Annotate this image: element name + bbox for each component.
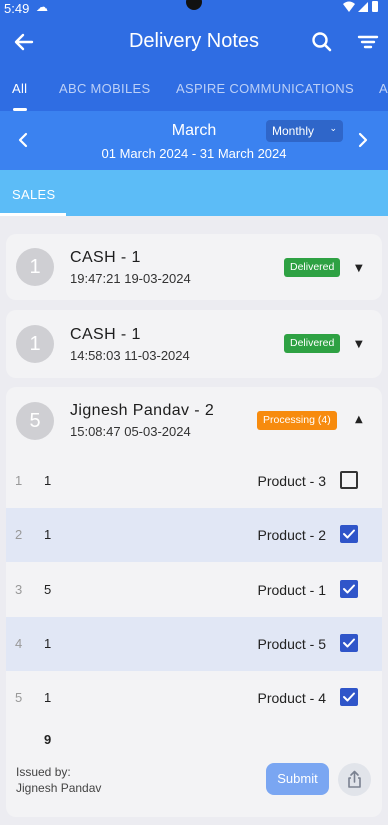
total-quantity: 9	[44, 732, 52, 747]
expand-caret-icon[interactable]: ▼	[355, 339, 363, 350]
search-icon[interactable]	[309, 29, 335, 55]
row-checkbox-unchecked[interactable]	[340, 471, 358, 489]
type-tabs: SALES	[0, 170, 388, 216]
chevron-down-icon: ⌄	[329, 123, 337, 133]
table-row: 5 1 Product - 4	[6, 671, 382, 725]
avatar: 5	[16, 402, 54, 440]
filter-icon[interactable]	[355, 29, 381, 55]
row-checkbox-checked[interactable]	[340, 525, 358, 543]
note-timestamp: 19:47:21 19-03-2024	[70, 271, 191, 286]
table-row: 3 5 Product - 1	[6, 563, 382, 617]
row-product: Product - 3	[257, 473, 326, 489]
expand-caret-icon[interactable]: ▼	[355, 263, 363, 274]
row-checkbox-checked[interactable]	[340, 688, 358, 706]
sub-tab-indicator	[0, 213, 66, 216]
note-title: Jignesh Pandav - 2	[70, 402, 215, 419]
next-month-icon[interactable]	[356, 131, 370, 153]
status-bar: 5:49 ☁	[0, 0, 388, 18]
table-row: 1 1 Product - 3	[6, 454, 382, 508]
row-index: 4	[15, 636, 23, 651]
row-product: Product - 1	[257, 582, 326, 598]
tab-sales[interactable]: SALES	[12, 187, 55, 202]
table-row: 4 1 Product - 5	[6, 617, 382, 671]
row-checkbox-checked[interactable]	[340, 580, 358, 598]
app-bar: Delivery Notes	[0, 18, 388, 68]
table-row: 2 1 Product - 2	[6, 508, 382, 562]
row-quantity: 1	[44, 636, 52, 651]
delivery-note-card[interactable]: 1 CASH - 1 14:58:03 11-03-2024 Delivered…	[6, 310, 382, 378]
note-timestamp: 14:58:03 11-03-2024	[70, 348, 190, 363]
camera-cutout	[186, 0, 202, 10]
row-product: Product - 2	[257, 527, 326, 543]
customer-tabs: All ABC MOBILES ASPIRE COMMUNICATIONS A	[0, 68, 388, 111]
period-select[interactable]: Monthly ⌄	[266, 120, 343, 142]
note-title: CASH - 1	[70, 326, 141, 343]
row-quantity: 1	[44, 473, 52, 488]
avatar: 1	[16, 325, 54, 363]
row-quantity: 5	[44, 582, 52, 597]
row-index: 1	[15, 473, 23, 488]
issued-by-label: Issued by:	[16, 765, 71, 779]
row-checkbox-checked[interactable]	[340, 634, 358, 652]
collapse-caret-icon[interactable]: ▲	[355, 414, 363, 425]
share-icon	[348, 770, 361, 788]
share-button[interactable]	[338, 763, 371, 796]
row-quantity: 1	[44, 527, 52, 542]
cloud-icon: ☁	[36, 0, 48, 14]
note-timestamp: 15:08:47 05-03-2024	[70, 424, 191, 439]
tab-aspire-communications[interactable]: ASPIRE COMMUNICATIONS	[176, 81, 354, 96]
row-quantity: 1	[44, 690, 52, 705]
row-index: 3	[15, 582, 23, 597]
note-title: CASH - 1	[70, 249, 141, 266]
tab-all[interactable]: All	[12, 81, 27, 96]
date-range: 01 March 2024 - 31 March 2024	[101, 146, 287, 161]
status-badge: Delivered	[284, 334, 341, 353]
issued-by-name: Jignesh Pandav	[16, 781, 102, 795]
system-status-icons	[342, 0, 382, 17]
avatar: 1	[16, 248, 54, 286]
row-product: Product - 5	[257, 636, 326, 652]
status-time: 5:49	[4, 1, 30, 16]
submit-button[interactable]: Submit	[266, 763, 329, 795]
row-index: 2	[15, 527, 23, 542]
status-badge: Delivered	[284, 258, 341, 277]
row-index: 5	[15, 690, 23, 705]
period-bar: March 01 March 2024 - 31 March 2024 Mont…	[0, 111, 388, 170]
tab-abc-mobiles[interactable]: ABC MOBILES	[59, 81, 150, 96]
delivery-note-card[interactable]: 1 CASH - 1 19:47:21 19-03-2024 Delivered…	[6, 234, 382, 300]
period-select-value: Monthly	[272, 124, 315, 138]
row-product: Product - 4	[257, 690, 326, 706]
status-badge: Processing (4)	[257, 411, 337, 430]
tab-next-partial[interactable]: A	[379, 81, 388, 96]
